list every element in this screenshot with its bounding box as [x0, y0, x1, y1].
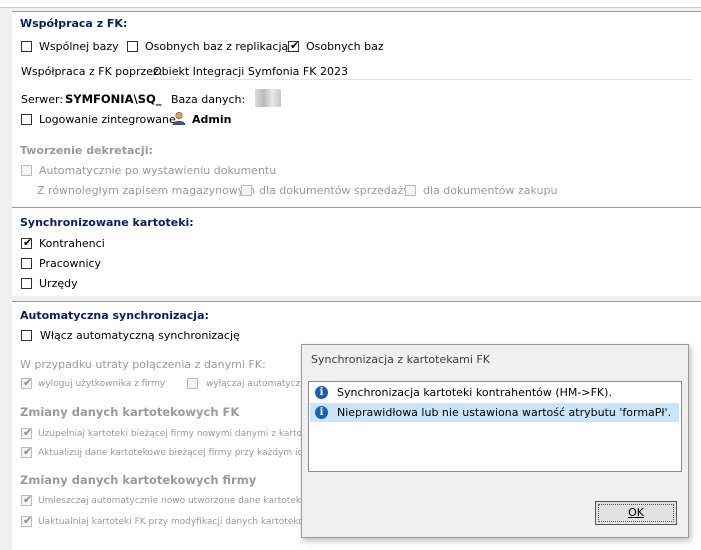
synced-records-section: Synchronizowane kartoteki: ✔ Kontrahenci…	[12, 207, 701, 296]
checkmark-icon: ✔	[23, 445, 33, 458]
dialog-title: Synchronizacja z kartotekami FK	[311, 353, 490, 366]
dialog-message-list[interactable]: i Synchronizacja kartoteki kontrahentów …	[308, 381, 682, 472]
checkmark-icon: ✔	[23, 426, 33, 439]
disable-auto-label: wyłączaj automatyczn	[206, 379, 307, 389]
ok-button[interactable]: OK	[595, 501, 677, 525]
fk-change-fill-label: Uzupełniaj kartoteki bieżącej firmy nowy…	[38, 429, 331, 439]
checkmark-icon: ✔	[23, 493, 33, 506]
logout-user-checkbox[interactable]: ✔	[21, 376, 33, 389]
logout-user-label: wyloguj użytkownika z firmy	[38, 379, 166, 389]
info-icon: i	[315, 386, 328, 399]
fk-via-label: Współpraca z FK poprzez:	[21, 65, 163, 78]
fk-via-underline	[152, 79, 692, 80]
lost-connection-label: W przypadku utraty połączenia z danymi F…	[20, 358, 266, 371]
sales-docs-label: dla dokumentów sprzedaży	[259, 184, 410, 197]
employees-checkbox[interactable]	[21, 258, 32, 269]
checkmark-icon: ✔	[23, 376, 33, 389]
ok-button-label: OK	[628, 506, 644, 519]
contractors-checkbox[interactable]: ✔	[21, 236, 33, 249]
disable-auto-checkbox[interactable]	[187, 378, 198, 389]
offices-label: Urzędy	[39, 277, 78, 290]
purchase-docs-checkbox[interactable]	[405, 185, 416, 196]
contractors-label: Kontrahenci	[39, 237, 105, 250]
server-label: Serwer:	[21, 93, 64, 106]
firm-change-place-checkbox[interactable]: ✔	[21, 493, 33, 506]
database-label: Baza danych:	[171, 93, 246, 106]
info-icon: i	[315, 406, 328, 419]
auto-sync-title: Automatyczna synchronizacja:	[20, 309, 209, 322]
fk-cooperation-section: Współpraca z FK: Wspólnej bazy Osobnych …	[12, 11, 701, 146]
auto-decree-label: Automatycznie po wystawieniu dokumentu	[39, 164, 277, 177]
user-name: Admin	[192, 113, 232, 126]
separate-db-label: Osobnych baz	[306, 40, 384, 53]
decree-section: Tworzenie dekretacji: Automatycznie po w…	[12, 140, 701, 206]
offices-checkbox[interactable]	[21, 278, 32, 289]
decree-title: Tworzenie dekretacji:	[20, 144, 153, 157]
enable-auto-sync-label: Włącz automatyczną synchronizację	[40, 329, 240, 342]
message-text: Synchronizacja kartoteki kontrahentów (H…	[337, 386, 612, 399]
fk-change-update-label: Aktualizuj dane kartotekowe bieżącej fir…	[38, 448, 335, 458]
sync-dialog: Synchronizacja z kartotekami FK i Synchr…	[301, 344, 689, 538]
firm-changes-title: Zmiany danych kartotekowych firmy	[20, 473, 257, 487]
employees-label: Pracownicy	[39, 257, 102, 270]
separate-db-checkbox[interactable]: ✔	[288, 39, 300, 52]
checkmark-icon: ✔	[23, 236, 33, 249]
settings-page: Współpraca z FK: Wspólnej bazy Osobnych …	[0, 0, 701, 550]
message-row[interactable]: i Synchronizacja kartoteki kontrahentów …	[310, 383, 679, 402]
integrated-login-label: Logowanie zintegrowane	[39, 113, 176, 126]
sales-docs-checkbox[interactable]	[241, 185, 252, 196]
auto-decree-checkbox[interactable]	[21, 165, 32, 176]
checkmark-icon: ✔	[23, 514, 33, 527]
fk-cooperation-title: Współpraca z FK:	[20, 17, 128, 30]
server-value: SYMFONIA\SQ_	[65, 92, 162, 106]
message-text: Nieprawidłowa lub nie ustawiona wartość …	[337, 406, 672, 419]
fk-changes-title: Zmiany danych kartotekowych FK	[20, 405, 240, 419]
fk-via-value: Obiekt Integracji Symfonia FK 2023	[153, 65, 348, 78]
fk-change-update-checkbox[interactable]: ✔	[21, 445, 33, 458]
parallel-warehouse-label: Z równoległym zapisem magazynowym	[37, 184, 256, 197]
user-icon	[172, 111, 186, 125]
shared-db-label: Wspólnej bazy	[39, 40, 119, 53]
separate-db-replication-checkbox[interactable]	[127, 41, 138, 52]
fk-change-fill-checkbox[interactable]: ✔	[21, 426, 33, 439]
database-value-redacted	[255, 89, 281, 107]
shared-db-checkbox[interactable]	[21, 41, 32, 52]
synced-records-title: Synchronizowane kartoteki:	[20, 216, 194, 229]
message-row-selected[interactable]: i Nieprawidłowa lub nie ustawiona wartoś…	[310, 403, 679, 422]
purchase-docs-label: dla dokumentów zakupu	[423, 184, 558, 197]
firm-change-place-label: Umieszczaj automatycznie nowo utworzone …	[38, 496, 328, 506]
enable-auto-sync-checkbox[interactable]	[21, 330, 32, 341]
firm-change-update-checkbox[interactable]: ✔	[21, 514, 33, 527]
separate-db-replication-label: Osobnych baz z replikacją	[145, 40, 289, 53]
firm-change-update-label: Uaktualniaj kartoteki FK przy modyfikacj…	[38, 517, 328, 527]
integrated-login-checkbox[interactable]	[21, 114, 32, 125]
checkmark-icon: ✔	[290, 39, 300, 52]
top-strip	[0, 0, 701, 8]
